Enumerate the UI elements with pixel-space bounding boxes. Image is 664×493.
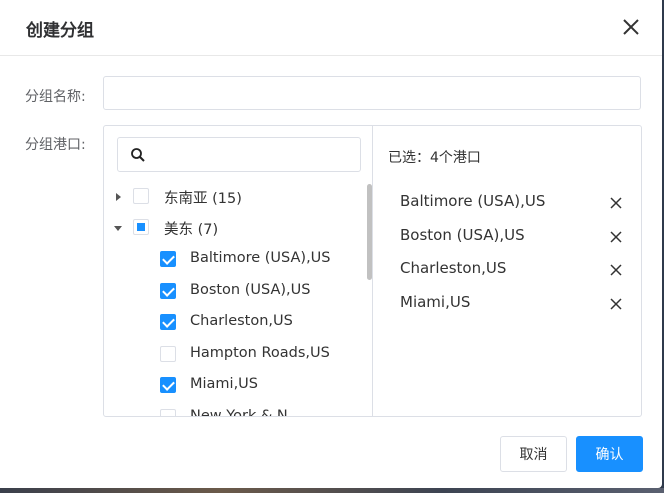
selected-count-title: 已选：4个港口 [388,150,481,166]
selected-item: Baltimore (USA),US [373,187,641,217]
checkbox-miami[interactable] [160,377,176,393]
selected-item: Charleston,US [373,254,641,284]
group-name-label: 分组名称: [25,89,86,105]
port-tree-panel: 东南亚 (15) 美东 (7) Baltimore (USA),US Bosto… [104,126,373,416]
tree-node-label: Boston (USA),US [190,282,311,298]
tree-node-baltimore[interactable]: Baltimore (USA),US [104,245,366,275]
selected-item-label: Boston (USA),US [400,226,525,244]
checkbox-charleston[interactable] [160,314,176,330]
caret-right-icon[interactable] [116,193,121,201]
tree-scrollbar[interactable] [367,184,372,280]
close-icon[interactable] [618,14,644,40]
tree-node-label: Charleston,US [190,313,293,329]
tree-node-boston[interactable]: Boston (USA),US [104,277,366,307]
tree-node-charleston[interactable]: Charleston,US [104,308,366,338]
tree-node-label: 东南亚 (15) [164,191,242,207]
port-search-box[interactable] [117,137,361,172]
tree-node-miami[interactable]: Miami,US [104,371,366,401]
tree-node-label: Hampton Roads,US [190,345,330,361]
selected-item-label: Charleston,US [400,259,507,277]
port-tree: 东南亚 (15) 美东 (7) Baltimore (USA),US Bosto… [104,182,366,416]
remove-icon[interactable] [609,229,623,243]
checkbox-hampton-roads[interactable] [160,346,176,362]
checkbox-baltimore[interactable] [160,251,176,267]
group-ports-label: 分组港口: [25,137,86,153]
remove-icon[interactable] [609,262,623,276]
tree-node-us-east[interactable]: 美东 (7) [104,213,366,243]
tree-node-southeast-asia[interactable]: 东南亚 (15) [104,182,366,212]
cancel-button[interactable]: 取消 [500,436,567,472]
tree-node-label: Miami,US [190,376,259,392]
checkbox-southeast-asia[interactable] [133,188,149,204]
selected-item: Miami,US [373,288,641,318]
selected-item-label: Baltimore (USA),US [400,192,546,210]
checkbox-boston[interactable] [160,283,176,299]
group-name-input[interactable] [103,76,641,110]
tree-node-label: Baltimore (USA),US [190,250,331,266]
dialog-title: 创建分组 [26,21,94,41]
checkbox-new-york[interactable] [160,409,176,416]
remove-icon[interactable] [609,296,623,310]
caret-down-icon[interactable] [114,226,122,231]
tree-node-label: New York & N... [190,408,302,416]
search-icon [130,147,146,163]
port-search-input[interactable] [152,142,356,169]
remove-icon[interactable] [609,195,623,209]
create-group-dialog: 创建分组 分组名称: 分组港口: 东南亚 (15) 美东 (7) Baltimo… [0,0,662,488]
tree-node-label: 美东 (7) [164,222,219,238]
checkbox-us-east[interactable] [133,219,149,235]
backdrop [0,488,664,493]
confirm-button[interactable]: 确认 [576,436,643,472]
selected-item-label: Miami,US [400,293,471,311]
selected-ports-panel: 已选：4个港口 Baltimore (USA),US Boston (USA),… [373,126,641,416]
dialog-header: 创建分组 [0,0,662,56]
tree-node-hampton-roads[interactable]: Hampton Roads,US [104,340,366,370]
port-transfer: 东南亚 (15) 美东 (7) Baltimore (USA),US Bosto… [103,125,642,417]
selected-item: Boston (USA),US [373,221,641,251]
tree-node-new-york[interactable]: New York & N... [104,403,366,416]
